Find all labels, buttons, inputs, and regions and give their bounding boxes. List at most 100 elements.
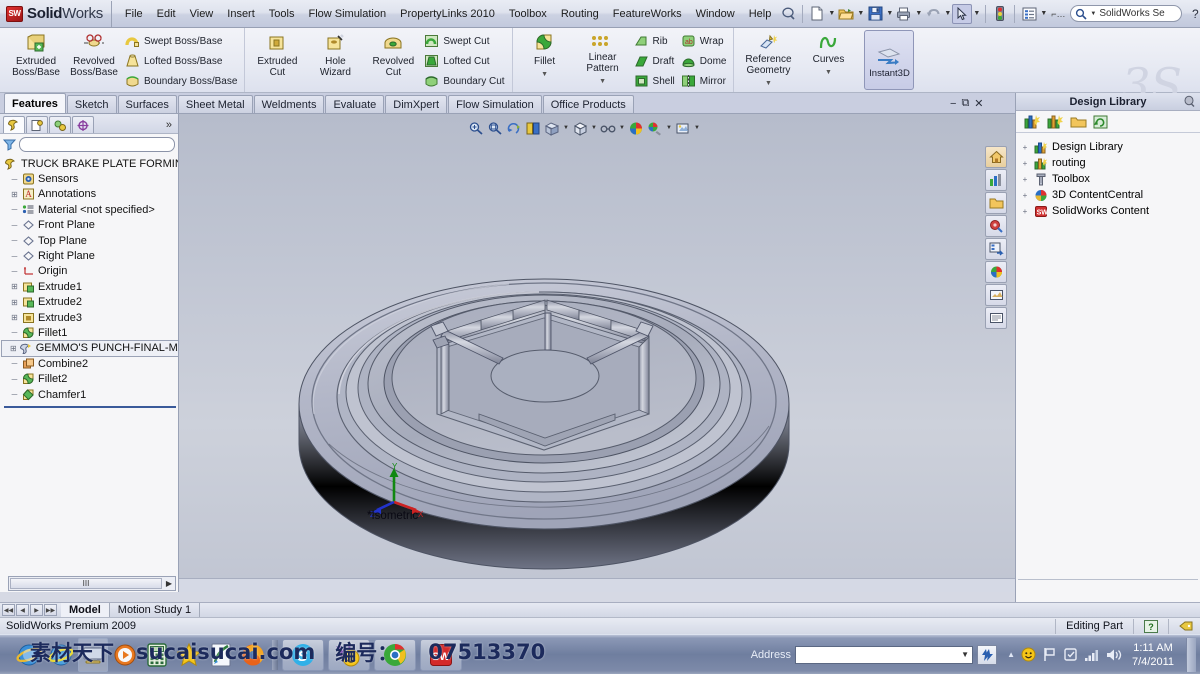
- feature-manager-tab[interactable]: [3, 116, 25, 133]
- lofted-cut-button[interactable]: Lofted Cut: [422, 51, 508, 71]
- pen-icon[interactable]: [206, 638, 236, 672]
- doc-minimize-button[interactable]: −: [950, 98, 956, 110]
- doc-close-button[interactable]: ✕: [974, 97, 983, 110]
- menu-help[interactable]: Help: [742, 4, 779, 24]
- swept-cut-button[interactable]: Swept Cut: [422, 31, 508, 51]
- tree-expander[interactable]: ⊞: [10, 190, 19, 199]
- options-icon[interactable]: [1019, 4, 1039, 24]
- reference-geometry-dropdown-caret-icon[interactable]: ▼: [737, 78, 799, 89]
- wrap-button[interactable]: ab Wrap: [679, 31, 731, 51]
- tree-item-combine2[interactable]: ─ Combine2: [2, 356, 178, 371]
- tab-flow-simulation[interactable]: Flow Simulation: [448, 95, 542, 113]
- fillet-button[interactable]: Fillet ▼: [516, 30, 574, 80]
- show-hidden-icons-icon[interactable]: ▲: [1007, 650, 1015, 659]
- configuration-manager-tab[interactable]: [49, 116, 71, 133]
- instant3d-button[interactable]: Instant3D: [864, 30, 915, 90]
- options-caret-icon[interactable]: ▼: [1039, 4, 1048, 24]
- go-icon[interactable]: [977, 644, 998, 665]
- new-document-caret-icon[interactable]: ▼: [827, 4, 836, 24]
- swept-boss-base-button[interactable]: Swept Boss/Base: [123, 31, 241, 51]
- internet-explorer-icon[interactable]: [14, 638, 44, 672]
- tree-expander[interactable]: ⊞: [10, 282, 19, 291]
- media-player-icon[interactable]: [110, 638, 140, 672]
- select-caret-icon[interactable]: ▼: [972, 4, 981, 24]
- tab-nav-prev[interactable]: ◀: [16, 604, 29, 616]
- linear-pattern-dropdown-caret-icon[interactable]: ▼: [574, 76, 632, 87]
- flag-icon[interactable]: [1042, 647, 1057, 662]
- model-3d-view[interactable]: [179, 114, 1015, 592]
- dl-item-toolbox[interactable]: + Toolbox: [1020, 171, 1200, 187]
- hole-wizard-button[interactable]: Hole Wizard: [306, 30, 364, 78]
- taskbar-google-chrome[interactable]: [374, 638, 416, 671]
- tab-nav-first[interactable]: ◀◀: [2, 604, 15, 616]
- print-caret-icon[interactable]: ▼: [914, 4, 923, 24]
- tree-item-material[interactable]: ─ Material <not specified>: [2, 202, 178, 217]
- doc-restore-button[interactable]: ⧉: [961, 97, 969, 110]
- bottom-tab-model[interactable]: Model: [61, 603, 110, 617]
- menu-routing[interactable]: Routing: [554, 4, 606, 24]
- tree-item-top-plane[interactable]: ─ Top Plane: [2, 233, 178, 248]
- menu-propertylinks[interactable]: PropertyLinks 2010: [393, 4, 502, 24]
- extruded-cut-button[interactable]: Extruded Cut: [248, 30, 306, 78]
- refresh-icon[interactable]: [1093, 115, 1108, 129]
- rib-button[interactable]: Rib: [632, 31, 679, 51]
- tree-item-extrude1[interactable]: ⊞ Extrude1: [2, 279, 178, 294]
- search-dropdown-caret-icon[interactable]: ▼: [1090, 11, 1096, 17]
- rollback-bar[interactable]: [4, 406, 176, 409]
- tree-expander[interactable]: ⊞: [10, 344, 17, 353]
- tree-item-part[interactable]: TRUCK BRAKE PLATE FORMING D: [2, 156, 178, 171]
- show-desktop-icon[interactable]: [78, 637, 108, 672]
- lofted-boss-base-button[interactable]: Lofted Boss/Base: [123, 51, 241, 71]
- tree-expander[interactable]: ⊞: [10, 298, 19, 307]
- open-caret-icon[interactable]: ▼: [856, 4, 865, 24]
- dl-item-design-library[interactable]: + Design Library: [1020, 139, 1200, 155]
- dl-item-routing[interactable]: + routing: [1020, 155, 1200, 171]
- select-arrow-icon[interactable]: [952, 3, 973, 24]
- status-help-button[interactable]: ?: [1133, 618, 1158, 634]
- tree-item-chamfer1[interactable]: ─ Chamfer1: [2, 387, 178, 402]
- tab-sketch[interactable]: Sketch: [66, 95, 117, 113]
- new-document-icon[interactable]: [807, 4, 827, 24]
- address-dropdown-caret-icon[interactable]: ▼: [961, 650, 969, 659]
- scrollbar-thumb[interactable]: III: [10, 578, 162, 589]
- menu-edit[interactable]: Edit: [150, 4, 183, 24]
- tree-item-gemmos-punch[interactable]: ⊞ GEMMO'S PUNCH-FINAL-MA: [1, 339, 178, 358]
- menu-window[interactable]: Window: [689, 4, 742, 24]
- taskbar-solidworks[interactable]: SW: [420, 638, 462, 671]
- graphics-viewport[interactable]: ▼ ▼ ▼ ▼ ▼ Y X Z *Isometric: [179, 114, 1015, 592]
- search-input[interactable]: ▼ SolidWorks Se: [1070, 5, 1183, 22]
- dl-expander[interactable]: +: [1020, 143, 1030, 152]
- pushpin-icon[interactable]: [1183, 95, 1196, 108]
- tree-item-front-plane[interactable]: ─ Front Plane: [2, 218, 178, 233]
- taskbar-skype[interactable]: S: [282, 638, 324, 671]
- file-properties-icon[interactable]: ⌐…: [1048, 4, 1068, 24]
- help-pointer-icon[interactable]: [778, 4, 798, 24]
- volume-icon[interactable]: [1106, 648, 1122, 662]
- dome-button[interactable]: Dome: [679, 51, 731, 71]
- draft-button[interactable]: Draft: [632, 51, 679, 71]
- internet-explorer-icon[interactable]: [46, 638, 76, 672]
- bottom-tab-motion-study[interactable]: Motion Study 1: [110, 603, 201, 617]
- extruded-boss-base-button[interactable]: Extruded Boss/Base: [7, 30, 65, 78]
- tree-item-right-plane[interactable]: ─ Right Plane: [2, 248, 178, 263]
- network-signal-icon[interactable]: [1084, 648, 1100, 662]
- tab-surfaces[interactable]: Surfaces: [117, 95, 177, 113]
- linear-pattern-button[interactable]: Linear Pattern ▼: [574, 30, 632, 87]
- fillet-dropdown-caret-icon[interactable]: ▼: [516, 69, 574, 80]
- boundary-boss-base-button[interactable]: Boundary Boss/Base: [123, 71, 241, 91]
- tree-item-origin[interactable]: ─ Origin: [2, 264, 178, 279]
- revolved-boss-base-button[interactable]: Revolved Boss/Base: [65, 30, 123, 78]
- tree-item-extrude3[interactable]: ⊞ Extrude3: [2, 310, 178, 325]
- dimxpert-manager-tab[interactable]: [72, 116, 94, 133]
- menu-insert[interactable]: Insert: [220, 4, 262, 24]
- tree-item-fillet2[interactable]: ─ Fillet2: [2, 371, 178, 386]
- open-folder-icon[interactable]: [836, 4, 856, 24]
- menu-tools[interactable]: Tools: [262, 4, 302, 24]
- yahoo-messenger-tray-icon[interactable]: [1021, 647, 1036, 662]
- menu-file[interactable]: File: [118, 4, 150, 24]
- calculator-icon[interactable]: [142, 638, 172, 672]
- action-center-icon[interactable]: [1063, 647, 1078, 662]
- menu-flow-simulation[interactable]: Flow Simulation: [301, 4, 393, 24]
- feature-manager-more-tabs[interactable]: »: [166, 119, 176, 131]
- menu-view[interactable]: View: [183, 4, 221, 24]
